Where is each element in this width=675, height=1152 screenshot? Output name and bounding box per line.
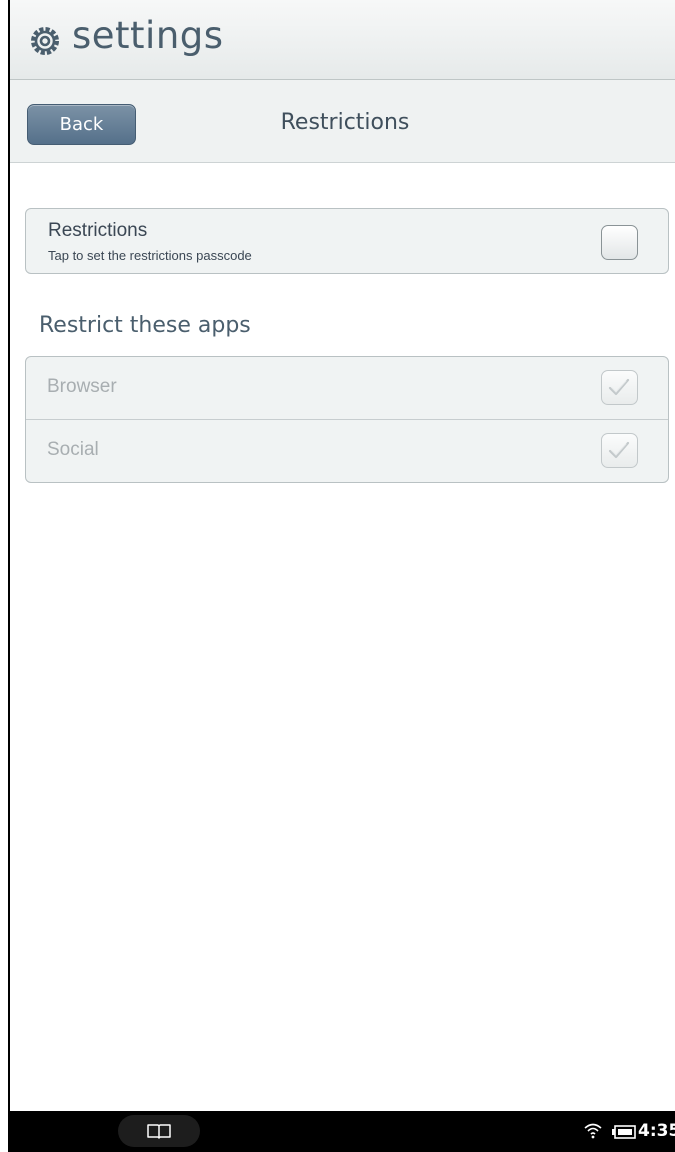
system-bar: 4:35	[10, 1111, 675, 1152]
social-checkbox[interactable]	[601, 433, 638, 468]
app-title: settings	[72, 14, 224, 57]
book-icon	[147, 1124, 171, 1139]
section-header: Restrict these apps	[39, 313, 251, 338]
home-button[interactable]	[118, 1115, 200, 1147]
wifi-icon	[584, 1123, 602, 1139]
app-row-social[interactable]: Social	[26, 420, 668, 482]
gear-icon	[31, 27, 59, 55]
app-row-label: Social	[47, 439, 99, 460]
restrictions-checkbox[interactable]	[601, 225, 638, 260]
browser-checkbox[interactable]	[601, 370, 638, 405]
app-row-browser[interactable]: Browser	[26, 357, 668, 420]
restrictions-toggle-row[interactable]: Restrictions Tap to set the restrictions…	[25, 208, 669, 274]
checkmark-icon	[608, 378, 630, 396]
restrictions-sublabel: Tap to set the restrictions passcode	[48, 248, 252, 263]
back-button[interactable]: Back	[27, 104, 136, 145]
clock: 4:35	[638, 1121, 675, 1141]
title-bar: Back Restrictions	[10, 80, 675, 163]
screen-edge	[0, 0, 10, 1152]
checkmark-icon	[608, 441, 630, 459]
app-row-label: Browser	[47, 376, 117, 397]
page-title: Restrictions	[280, 110, 410, 135]
battery-icon	[612, 1125, 636, 1139]
restrictions-label: Restrictions	[48, 220, 148, 241]
app-header: settings	[10, 0, 675, 80]
restricted-apps-list: Browser Social	[25, 356, 669, 483]
settings-screen: settings Back Restrictions Restrictions …	[10, 0, 675, 1152]
